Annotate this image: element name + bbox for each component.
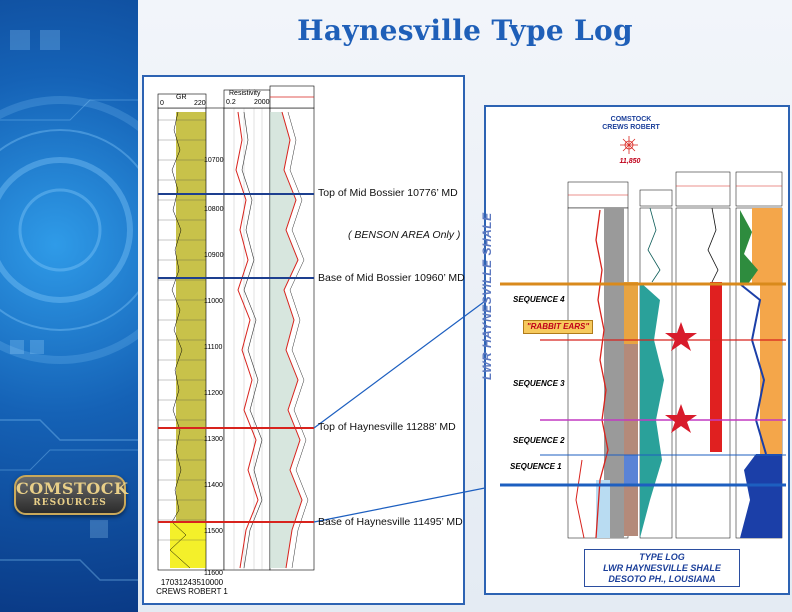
well-name-right: CREWS ROBERT	[602, 124, 660, 131]
caption-line: DESOTO PH., LOUSIANA	[608, 574, 716, 584]
sequence-2-label: SEQUENCE 2	[513, 436, 565, 445]
rabbit-ears-label: "RABBIT EARS"	[523, 320, 593, 334]
sequence-4-label: SEQUENCE 4	[513, 295, 565, 304]
well-company: COMSTOCK	[610, 116, 652, 123]
caption-line: TYPE LOG	[639, 552, 685, 562]
well-number: 11,850	[619, 158, 641, 165]
sequence-1-label: SEQUENCE 1	[510, 462, 562, 471]
right-log-graphic	[500, 136, 786, 539]
sequence-3-label: SEQUENCE 3	[513, 379, 565, 388]
well-symbol-icon	[620, 136, 638, 154]
vertical-shale-title: LWR HAYNESVILLE SHALE	[480, 212, 494, 380]
caption-line: LWR HAYNESVILLE SHALE	[603, 563, 721, 573]
right-well-header: COMSTOCK CREWS ROBERT	[596, 116, 666, 132]
type-log-caption: TYPE LOG LWR HAYNESVILLE SHALE DESOTO PH…	[584, 549, 740, 587]
